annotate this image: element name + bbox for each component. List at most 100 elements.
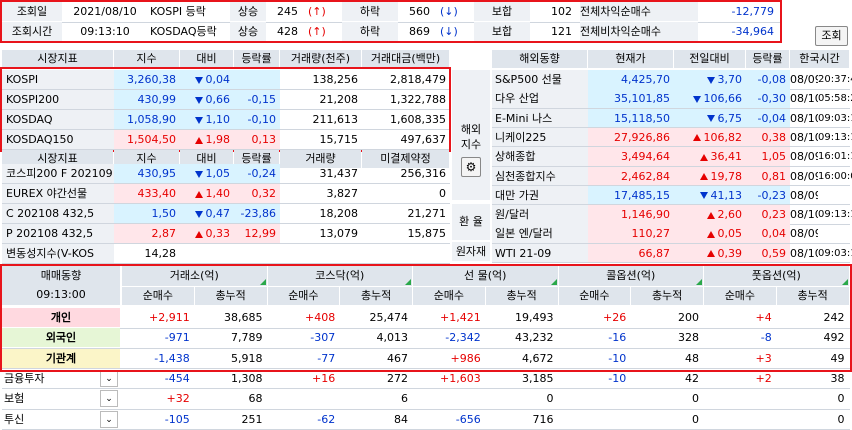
- price-value: 35,101,85: [588, 89, 674, 109]
- net-buy-value: +16: [312, 371, 336, 385]
- net-buy-value: [704, 389, 776, 408]
- change-value: 0,05: [717, 227, 743, 241]
- indicator-name: EUREX 야간선물: [2, 184, 114, 203]
- volume-value: 138,256: [312, 73, 359, 86]
- indicator-name: 코스피200 F 202109: [2, 164, 114, 183]
- rate-value: 1,05: [746, 147, 790, 167]
- dropdown-chevron-icon[interactable]: ⌄: [100, 390, 118, 408]
- volume-value: 211,613: [312, 113, 359, 126]
- subheader-total: 총누적: [631, 287, 703, 305]
- total-value: 38,685: [224, 311, 263, 324]
- change-value: 1,10: [205, 113, 231, 126]
- gear-icon[interactable]: ⚙: [461, 157, 481, 177]
- amount-value: 1,322,788: [390, 93, 446, 106]
- net-buy-value: +2,911: [149, 311, 190, 324]
- net-buy-value: +986: [450, 351, 481, 365]
- label-date_label: 조회일: [2, 2, 62, 21]
- column-header: 대비: [180, 50, 233, 68]
- amount-value: 2,818,479: [390, 73, 446, 86]
- net-buy-value: -8: [760, 331, 772, 345]
- column-header: 등락률: [234, 50, 279, 68]
- down-count: 869: [409, 25, 430, 38]
- total-value: 0: [692, 412, 699, 426]
- volume-value: 31,437: [319, 167, 359, 180]
- amount-value: 256,316: [400, 167, 447, 180]
- rate-value: 0,59: [746, 243, 790, 263]
- corner-marker: [405, 279, 411, 285]
- net-buy-value: -10: [608, 351, 627, 365]
- total-value: 1,308: [231, 371, 263, 385]
- index-value: 430,95: [114, 164, 180, 183]
- index-value: 1,058,90: [114, 110, 180, 129]
- group-header: 거래소(억): [122, 266, 267, 286]
- value-date: 2021/08/10: [73, 5, 137, 18]
- change-value: 6,75: [717, 111, 743, 125]
- net-buy-value: -1,438: [154, 351, 190, 365]
- down-triangle-icon: [706, 76, 715, 84]
- dropdown-chevron-icon[interactable]: ⌄: [100, 369, 118, 387]
- down-triangle-icon: [706, 115, 715, 123]
- change-cell: 0,66: [180, 90, 234, 109]
- dropdown-chevron-icon[interactable]: ⌄: [100, 410, 118, 428]
- korea-time: 05:58:28: [818, 93, 852, 105]
- price-value: 4,425,70: [588, 70, 674, 89]
- change-value: 0,04: [205, 73, 231, 86]
- total-value: 49: [830, 351, 845, 365]
- rate-value: -0,23: [746, 185, 790, 205]
- korea-date: 08/10: [790, 246, 818, 260]
- overseas-index-button[interactable]: 해외 지수: [452, 70, 490, 200]
- up-triangle-icon: [706, 211, 715, 219]
- trading-trend-time: 09:13:00: [2, 285, 120, 305]
- rate-value: -0,15: [234, 90, 280, 109]
- query-button[interactable]: 조회: [815, 26, 848, 46]
- commodity-button[interactable]: 원자재: [452, 242, 490, 261]
- investor-name: 기관계: [2, 348, 120, 368]
- flat-count: 102: [551, 5, 572, 18]
- down-label: 하락: [342, 22, 398, 41]
- up-triangle-icon: [194, 230, 203, 238]
- korea-time: 16:01:11: [818, 151, 852, 163]
- group-header: 풋옵션(억): [704, 266, 849, 286]
- column-header: 한국시간: [790, 50, 849, 68]
- change-cell: 3,70: [674, 70, 746, 89]
- group-header: 코스닥(억): [267, 266, 412, 286]
- down-triangle-icon: [699, 192, 708, 200]
- arbitrage-value: -12,779: [731, 5, 774, 18]
- flat-label: 보합: [474, 22, 530, 41]
- index-value: 2,87: [114, 224, 180, 243]
- total-value: 0: [692, 392, 699, 406]
- up-triangle-icon: [194, 190, 203, 198]
- change-cell: 1,98: [180, 130, 234, 149]
- total-value: 25,474: [369, 311, 409, 324]
- change-value: 0,66: [205, 93, 231, 106]
- up-triangle-icon: [706, 230, 715, 238]
- subheader-total: 총누적: [485, 287, 558, 305]
- price-value: 15,118,50: [588, 108, 674, 128]
- change-cell: 0,04: [180, 70, 234, 89]
- exchange-rate-button[interactable]: 환 율: [452, 204, 490, 240]
- down-arrow-icon: (↓): [440, 25, 458, 38]
- down-triangle-icon: [194, 170, 203, 178]
- overseas-name: 심천종합지수: [492, 166, 588, 186]
- up-arrow-icon: (↑): [308, 25, 326, 38]
- net-buy-value: [559, 410, 631, 429]
- rate-value: 0,32: [234, 184, 280, 203]
- total-value: 0: [837, 392, 845, 406]
- overseas-name: 다우 산업: [492, 89, 588, 109]
- change-value: 36,41: [710, 150, 743, 164]
- index-value: 430,99: [114, 90, 180, 109]
- change-cell: 1,10: [180, 110, 234, 129]
- korea-time: [818, 186, 852, 205]
- net-buy-value: -62: [317, 412, 336, 426]
- total-value: 68: [248, 392, 263, 406]
- flat-label: 보합: [474, 2, 530, 21]
- korea-time: 16:00:03: [818, 170, 852, 182]
- change-value: 1,05: [205, 167, 231, 180]
- net-buy-value: [268, 389, 340, 408]
- price-value: 27,926,86: [588, 127, 674, 147]
- total-value: 716: [532, 412, 554, 426]
- rate-value: -0,24: [234, 164, 280, 183]
- indicator-name: KOSDAQ: [2, 110, 114, 129]
- korea-date: 08/09: [790, 227, 818, 241]
- change-value: 2,60: [717, 208, 743, 222]
